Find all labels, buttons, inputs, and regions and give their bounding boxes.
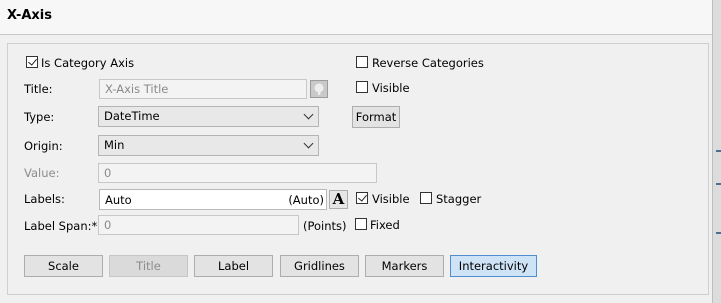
reverse-categories-checkbox[interactable] (356, 56, 368, 68)
labels-auto-suffix: (Auto) (288, 193, 324, 207)
is-category-axis-checkbox[interactable] (26, 56, 38, 68)
edge-marker (716, 232, 721, 234)
origin-select-value: Min (104, 138, 125, 152)
origin-label: Origin: (24, 139, 63, 153)
chevron-down-icon (303, 138, 314, 149)
label-font-button[interactable]: A (329, 190, 348, 209)
tab-label[interactable]: Label (194, 255, 273, 277)
section-header: X-Axis (0, 0, 712, 35)
label-span-label: Label Span:* (24, 219, 98, 233)
is-category-axis-label: Is Category Axis (41, 56, 135, 70)
type-select-value: DateTime (104, 109, 160, 123)
labels-input[interactable]: Auto (Auto) (99, 189, 327, 210)
title-visible-label: Visible (372, 81, 410, 95)
tab-markers[interactable]: Markers (365, 255, 444, 277)
reverse-categories-label: Reverse Categories (372, 56, 484, 70)
fixed-checkbox[interactable] (355, 218, 367, 230)
axis-title-input[interactable]: X-Axis Title (99, 79, 307, 99)
labels-input-value: Auto (105, 193, 132, 207)
edge-marker (716, 150, 721, 152)
value-label: Value: (24, 166, 60, 180)
labels-visible-label: Visible (372, 192, 410, 206)
type-select[interactable]: DateTime (98, 106, 319, 127)
edge-marker (716, 183, 721, 185)
format-button[interactable]: Format (352, 106, 400, 128)
font-settings-icon[interactable] (310, 80, 328, 98)
label-span-unit: (Points) (303, 219, 347, 233)
tab-title[interactable]: Title (109, 255, 188, 277)
value-input[interactable]: 0 (98, 163, 377, 183)
stagger-checkbox[interactable] (420, 192, 432, 204)
tab-gridlines[interactable]: Gridlines (280, 255, 359, 277)
type-label: Type: (24, 110, 55, 124)
stagger-label: Stagger (436, 192, 482, 206)
title-label: Title: (24, 82, 53, 96)
title-visible-checkbox[interactable] (356, 81, 368, 93)
origin-select[interactable]: Min (98, 135, 319, 156)
fixed-label: Fixed (370, 218, 400, 232)
chevron-down-icon (303, 109, 314, 120)
section-title: X-Axis (7, 8, 52, 23)
tab-scale[interactable]: Scale (24, 255, 103, 277)
labels-label: Labels: (24, 192, 65, 206)
labels-visible-checkbox[interactable] (356, 192, 368, 204)
label-span-input[interactable]: 0 (98, 215, 299, 235)
tab-interactivity[interactable]: Interactivity (450, 255, 537, 277)
